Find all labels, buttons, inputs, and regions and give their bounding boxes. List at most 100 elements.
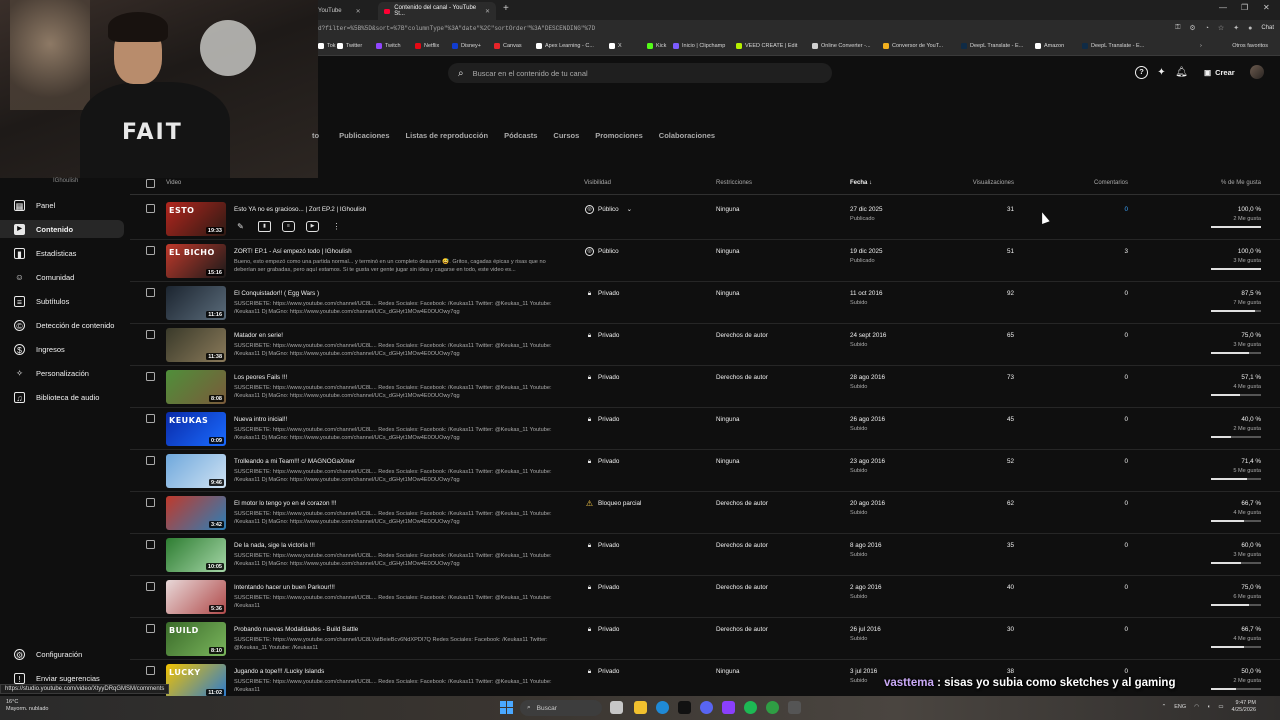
column-visibility[interactable]: Visibilidad <box>584 180 611 186</box>
bookmark-item[interactable]: Netflix <box>415 43 439 49</box>
bookmarks-overflow-icon[interactable]: › <box>1200 43 1202 49</box>
video-thumbnail[interactable]: ESTO 19:33 <box>166 202 226 236</box>
app-icon[interactable] <box>722 701 735 714</box>
table-row[interactable]: 9:46 Trolleando a mi Team!!! c/ MAGNOGaXm… <box>130 450 1280 492</box>
restrictions-cell[interactable]: Derechos de autor <box>716 374 768 381</box>
comments-cell[interactable]: 0 <box>1090 206 1128 213</box>
video-title[interactable]: Esto YA no es gracioso... | Zort EP.2 | … <box>234 206 366 213</box>
sidebar-item-ingresos[interactable]: $ Ingresos <box>0 340 124 358</box>
video-title[interactable]: El motor lo tengo yo en el corazon !!! <box>234 500 337 507</box>
comments-cell[interactable]: 0 <box>1090 668 1128 675</box>
bookmark-item[interactable]: DeepL Translate - E... <box>961 43 1023 49</box>
search-input[interactable] <box>472 68 773 78</box>
row-checkbox[interactable] <box>146 498 155 507</box>
bookmark-item[interactable]: Twitch <box>376 43 401 49</box>
row-checkbox[interactable] <box>146 666 155 675</box>
video-title[interactable]: Jugando a tope!!! /Lucky Islands <box>234 668 324 675</box>
browser-tab-youtube[interactable]: YouTube ✕ <box>312 2 378 20</box>
row-checkbox[interactable] <box>146 330 155 339</box>
comments-cell[interactable]: 0 <box>1090 626 1128 633</box>
video-thumbnail[interactable]: 9:46 <box>166 454 226 488</box>
restrictions-cell[interactable]: Ninguna <box>716 248 739 255</box>
content-tab[interactable]: Cursos <box>553 131 579 140</box>
puzzle-icon[interactable]: ✦ <box>1233 24 1239 32</box>
table-row[interactable]: 10:05 De la nada, sige la victoria !!! SUS… <box>130 534 1280 576</box>
extension-icon[interactable]: ⚙ <box>1189 24 1195 32</box>
video-thumbnail[interactable]: LUCKY 11:02 <box>166 664 226 698</box>
bookmark-item[interactable]: X <box>609 43 622 49</box>
more-options-icon[interactable]: ⋮ <box>330 221 343 232</box>
video-title[interactable]: El Conquistador!! ( Egg Wars ) <box>234 290 319 297</box>
channel-search[interactable]: ⌕ <box>448 63 832 83</box>
column-comments[interactable]: Comentarios <box>1070 180 1128 186</box>
pencil-icon[interactable]: ✎ <box>234 221 247 232</box>
video-thumbnail[interactable]: 3:42 <box>166 496 226 530</box>
language-indicator[interactable]: ENG <box>1174 704 1186 710</box>
maximize-icon[interactable]: ❐ <box>1241 3 1248 12</box>
restrictions-cell[interactable]: Derechos de autor <box>716 584 768 591</box>
comments-cell[interactable]: 0 <box>1090 584 1128 591</box>
chevron-up-icon[interactable]: ⌃ <box>1162 704 1167 710</box>
youtube-play-icon[interactable]: ▶ <box>306 221 319 232</box>
table-row[interactable]: 11:38 Matador en serie! SUSCRIBETE: https:… <box>130 324 1280 366</box>
restrictions-cell[interactable]: Derechos de autor <box>716 542 768 549</box>
chat-button[interactable]: Chat <box>1261 25 1274 31</box>
url-text[interactable]: d?filter=%5B%5D&sort=%7B"columnType"%3A"… <box>318 25 595 32</box>
table-row[interactable]: KEUKAS 0:09 Nueva intro inicial!! SUSCRIBET… <box>130 408 1280 450</box>
star-icon[interactable]: ☆ <box>1218 24 1224 32</box>
video-title[interactable]: Trolleando a mi Team!!! c/ MAGNOGaXmer <box>234 458 355 465</box>
table-row[interactable]: 8:08 Los peores Fails !!! SUSCRIBETE: http… <box>130 366 1280 408</box>
sidebar-item-estadísticas[interactable]: ▮ Estadísticas <box>0 244 124 262</box>
table-row[interactable]: ESTO 19:33 Esto YA no es gracioso... | Zor… <box>130 198 1280 240</box>
visibility-cell[interactable]: 🔒︎ Privado <box>585 541 620 550</box>
content-tab[interactable]: Pódcasts <box>504 131 537 140</box>
comments-icon[interactable]: ≡ <box>282 221 295 232</box>
video-thumbnail[interactable]: 5:36 <box>166 580 226 614</box>
row-checkbox[interactable] <box>146 372 155 381</box>
comments-cell[interactable]: 0 <box>1090 332 1128 339</box>
create-button[interactable]: ▣ Crear <box>1198 64 1241 81</box>
sidebar-item-comunidad[interactable]: ☺ Comunidad <box>0 268 124 286</box>
content-tab[interactable]: Listas de reproducción <box>406 131 489 140</box>
chevron-down-icon[interactable]: ⌄ <box>627 206 632 213</box>
visibility-cell[interactable]: 🔒︎ Privado <box>585 331 620 340</box>
content-tab[interactable]: Publicaciones <box>339 131 389 140</box>
comments-cell[interactable]: 0 <box>1090 374 1128 381</box>
restrictions-cell[interactable]: Ninguna <box>716 458 739 465</box>
edge-icon[interactable] <box>656 701 669 714</box>
restrictions-cell[interactable]: Derechos de autor <box>716 500 768 507</box>
video-thumbnail[interactable]: 11:16 <box>166 286 226 320</box>
video-title[interactable]: Matador en serie! <box>234 332 283 339</box>
table-row[interactable]: 3:42 El motor lo tengo yo en el corazon !… <box>130 492 1280 534</box>
avatar[interactable] <box>1250 65 1264 79</box>
other-bookmarks[interactable]: Otros favoritos <box>1232 43 1268 49</box>
minimize-icon[interactable]: — <box>1219 3 1227 12</box>
visibility-cell[interactable]: 🔒︎ Privado <box>585 373 620 382</box>
windows-start-icon[interactable] <box>500 701 513 714</box>
bookmark-item[interactable]: Twitter <box>337 43 362 49</box>
clock[interactable]: 9:47 PM 4/25/2026 <box>1232 700 1256 714</box>
profile-icon[interactable]: ● <box>1248 25 1252 32</box>
video-title[interactable]: ZORT! EP.1 - Así empezó todo | IGhoulish <box>234 248 352 255</box>
bookmark-item[interactable]: Canvas <box>494 43 522 49</box>
content-tab[interactable]: Colaboraciones <box>659 131 715 140</box>
restrictions-cell[interactable]: Derechos de autor <box>716 332 768 339</box>
sidebar-item-detección-de-contenido[interactable]: © Detección de contenido <box>0 316 124 334</box>
row-checkbox[interactable] <box>146 456 155 465</box>
table-row[interactable]: EL BICHO 15:16 ZORT! EP.1 - Así empezó tod… <box>130 240 1280 282</box>
restrictions-cell[interactable]: Ninguna <box>716 206 739 213</box>
content-tab[interactable]: to <box>312 131 319 140</box>
analytics-icon[interactable]: ▮ <box>258 221 271 232</box>
bookmark-item[interactable]: Tok <box>318 43 336 49</box>
bookmark-item[interactable]: DeepL Translate - E... <box>1082 43 1144 49</box>
visibility-cell[interactable]: ◎ Público <box>585 247 619 256</box>
help-icon[interactable]: ? <box>1135 66 1148 79</box>
content-tab[interactable]: Promociones <box>595 131 643 140</box>
video-thumbnail[interactable]: 8:08 <box>166 370 226 404</box>
row-checkbox[interactable] <box>146 246 155 255</box>
task-view-icon[interactable] <box>610 701 623 714</box>
wifi-icon[interactable]: ◠ <box>1194 704 1199 710</box>
comments-cell[interactable]: 0 <box>1090 500 1128 507</box>
row-checkbox[interactable] <box>146 288 155 297</box>
bookmark-item[interactable]: Inicio | Clipchamp <box>673 43 725 49</box>
